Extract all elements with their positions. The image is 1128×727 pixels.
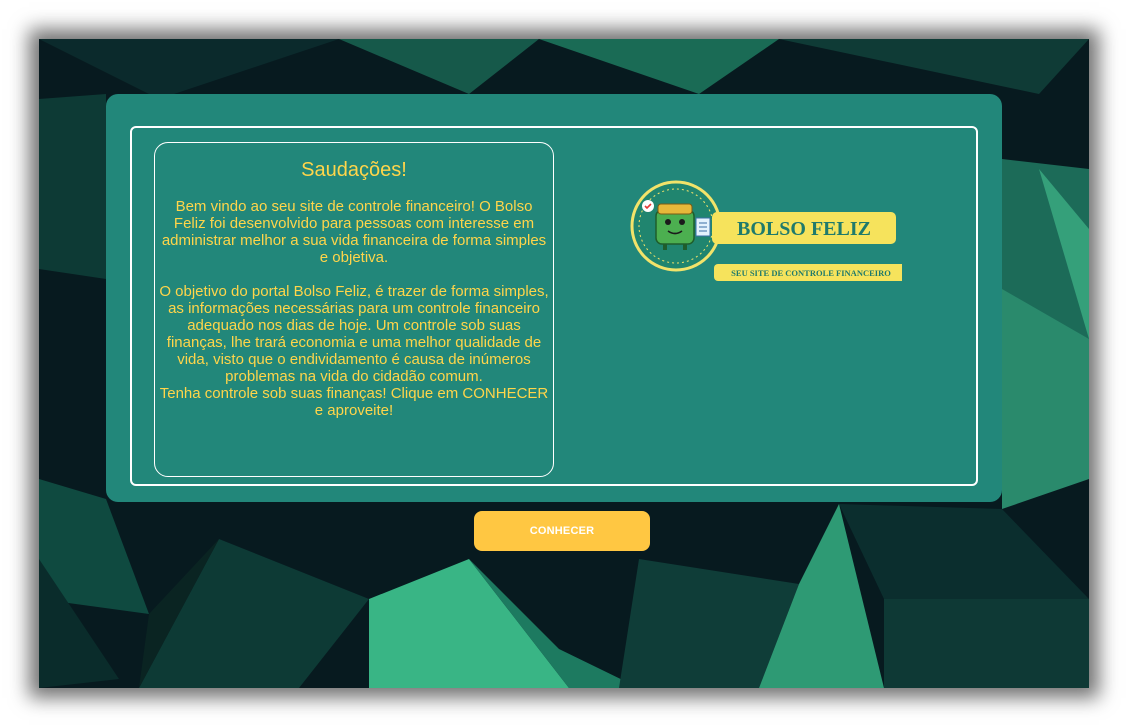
welcome-paragraph-cta: Tenha controle sob suas finanças! Clique… [159, 385, 549, 419]
bolso-feliz-logo: BOLSO FELIZ SEU SITE DE CONTROLE FINANCE… [630, 180, 902, 281]
welcome-card-inner-border: Saudações! Bem vindo ao seu site de cont… [130, 126, 978, 486]
welcome-paragraph-objective: O objetivo do portal Bolso Feliz, é traz… [159, 283, 549, 385]
logo-name: BOLSO FELIZ [737, 218, 871, 240]
welcome-paragraph-intro: Bem vindo ao seu site de controle financ… [161, 198, 547, 266]
logo-tagline: SEU SITE DE CONTROLE FINANCEIRO [731, 268, 891, 278]
conhecer-button[interactable]: CONHECER [474, 511, 650, 551]
welcome-text-box: Saudações! Bem vindo ao seu site de cont… [154, 142, 554, 477]
page-frame: Saudações! Bem vindo ao seu site de cont… [39, 39, 1089, 688]
welcome-card: Saudações! Bem vindo ao seu site de cont… [106, 94, 1002, 502]
welcome-title: Saudações! [301, 159, 407, 181]
